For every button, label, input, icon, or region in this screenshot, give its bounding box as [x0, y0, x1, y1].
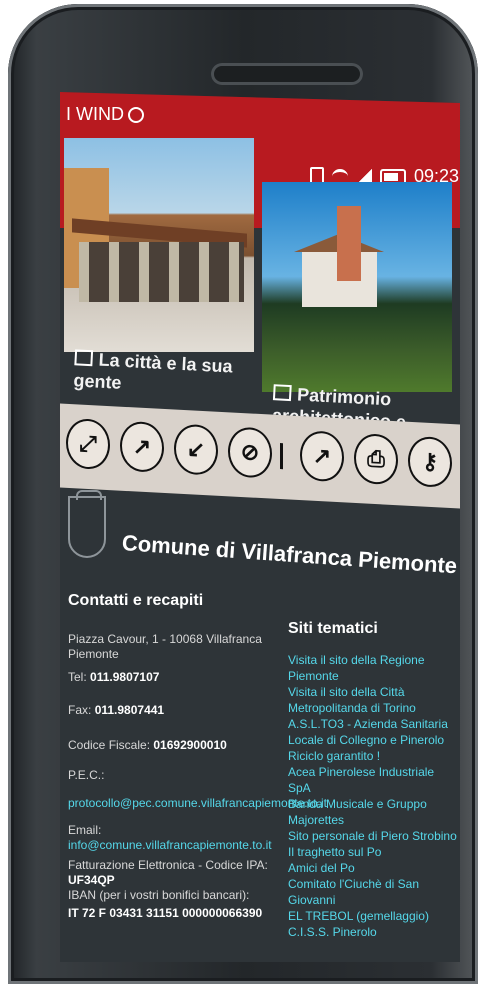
- fax: Fax: 011.9807441: [68, 703, 165, 717]
- themed-link[interactable]: Riciclo garantito !: [288, 748, 458, 764]
- themed-link[interactable]: Comitato l'Ciuchè di San Giovanni: [288, 876, 458, 908]
- carrier-label: I WIND: [66, 104, 144, 125]
- iban: IT 72 F 03431 31151 000000066390: [68, 906, 263, 920]
- image-icon: [272, 384, 292, 402]
- heritage-photo[interactable]: [262, 182, 452, 392]
- pec-link[interactable]: protocollo@pec.comune.villafrancapiemont…: [68, 796, 327, 811]
- contacts-title: Contatti e recapiti: [68, 592, 204, 609]
- phone-screen: I WIND 09:23 La città e la sua gente Pat…: [60, 92, 460, 962]
- pec-label: P.E.C.:: [68, 768, 105, 782]
- address: Piazza Cavour, 1 - 10068 Villafranca Pie…: [68, 632, 262, 661]
- themed-link[interactable]: C.I.S.S. Pinerolo: [288, 924, 458, 940]
- city-photo[interactable]: [64, 138, 254, 352]
- tax-code: Codice Fiscale: 01692900010: [68, 738, 227, 752]
- themed-sites-title: Siti tematici: [288, 620, 378, 637]
- themed-link[interactable]: Banda Musicale e Gruppo Majorettes: [288, 796, 458, 828]
- themed-link[interactable]: EL TREBOL (gemellaggio): [288, 908, 458, 924]
- key-icon[interactable]: ⚷: [408, 435, 452, 489]
- print-icon[interactable]: ⎙: [354, 432, 398, 486]
- themed-link[interactable]: Il traghetto sul Po: [288, 844, 458, 860]
- themed-link[interactable]: Visita il sito della Città Metropolitand…: [288, 684, 458, 716]
- e-invoicing: Fatturazione Elettronica - Codice IPA: U…: [68, 858, 268, 887]
- email: Email: info@comune.villafrancapiemonte.t…: [68, 823, 272, 852]
- shrink-icon[interactable]: ↙: [174, 423, 218, 476]
- phone: Tel: 011.9807107: [68, 670, 160, 684]
- hide-icon[interactable]: ⊘: [228, 426, 272, 479]
- themed-link[interactable]: A.S.L.TO3 - Azienda Sanitaria Locale di …: [288, 716, 458, 748]
- toolbar-divider: [280, 443, 283, 470]
- iban-label: IBAN (per i vostri bonifici bancari):: [68, 888, 250, 902]
- municipal-crest-logo: [68, 490, 106, 558]
- themed-link[interactable]: Acea Pinerolese Industriale SpA: [288, 764, 458, 796]
- themed-link[interactable]: Visita il sito della Regione Piemonte: [288, 652, 458, 684]
- fullscreen-icon[interactable]: ⤢: [66, 417, 110, 471]
- expand-icon[interactable]: ↗: [120, 420, 164, 473]
- whatsapp-icon: [128, 107, 144, 124]
- email-link[interactable]: info@comune.villafrancapiemonte.to.it: [68, 838, 272, 852]
- themed-links-list: Visita il sito della Regione Piemonte Vi…: [288, 652, 458, 940]
- tile-caption-city[interactable]: La città e la sua gente: [73, 347, 255, 400]
- site-title: Comune di Villafranca Piemonte: [121, 530, 458, 579]
- themed-link[interactable]: Amici del Po: [288, 860, 458, 876]
- chart-icon[interactable]: ↗: [300, 430, 344, 483]
- image-icon: [74, 349, 94, 367]
- themed-link[interactable]: Sito personale di Piero Strobino: [288, 828, 458, 844]
- phone-speaker: [211, 63, 363, 85]
